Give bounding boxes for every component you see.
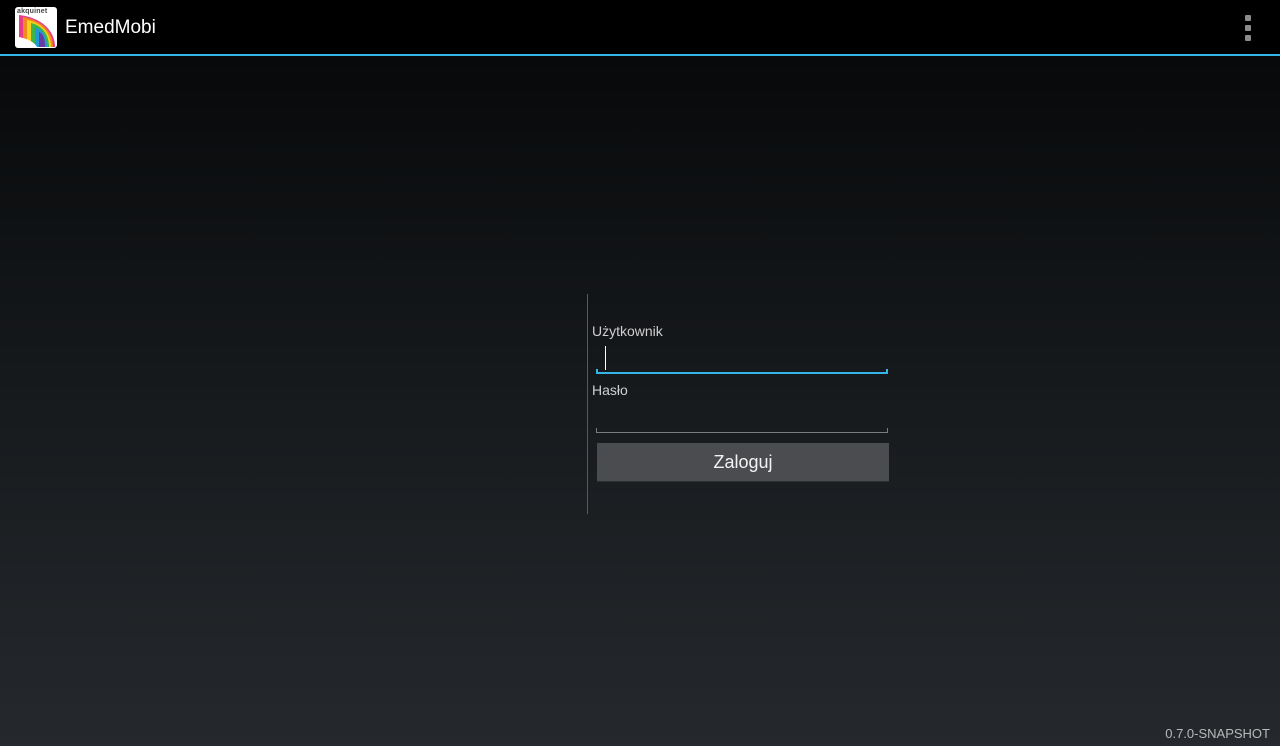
username-underline: [596, 372, 888, 374]
app-logo-brand-text: akquinet: [17, 8, 48, 15]
password-field-wrapper: [596, 403, 888, 433]
username-input[interactable]: [596, 344, 888, 374]
app-title: EmedMobi: [65, 17, 156, 38]
password-underline-tick-left: [596, 428, 597, 433]
login-form: Użytkownik Hasło Zaloguj: [587, 294, 898, 514]
username-field-wrapper: [596, 344, 888, 374]
username-underline-tick-right: [886, 369, 888, 374]
password-underline: [596, 432, 888, 433]
app-logo-icon[interactable]: akquinet: [15, 7, 57, 48]
password-underline-tick-right: [887, 428, 888, 433]
username-underline-tick-left: [596, 369, 598, 374]
password-input[interactable]: [596, 403, 888, 433]
overflow-dot: [1245, 15, 1251, 21]
text-cursor: [605, 346, 606, 370]
version-label: 0.7.0-SNAPSHOT: [1165, 726, 1270, 741]
password-label: Hasło: [592, 382, 628, 398]
overflow-dot: [1245, 35, 1251, 41]
login-button[interactable]: Zaloguj: [597, 443, 889, 482]
username-label: Użytkownik: [592, 323, 663, 339]
action-bar: akquinet EmedMobi: [0, 0, 1280, 56]
overflow-menu-icon[interactable]: [1234, 12, 1262, 44]
overflow-dot: [1245, 25, 1251, 31]
